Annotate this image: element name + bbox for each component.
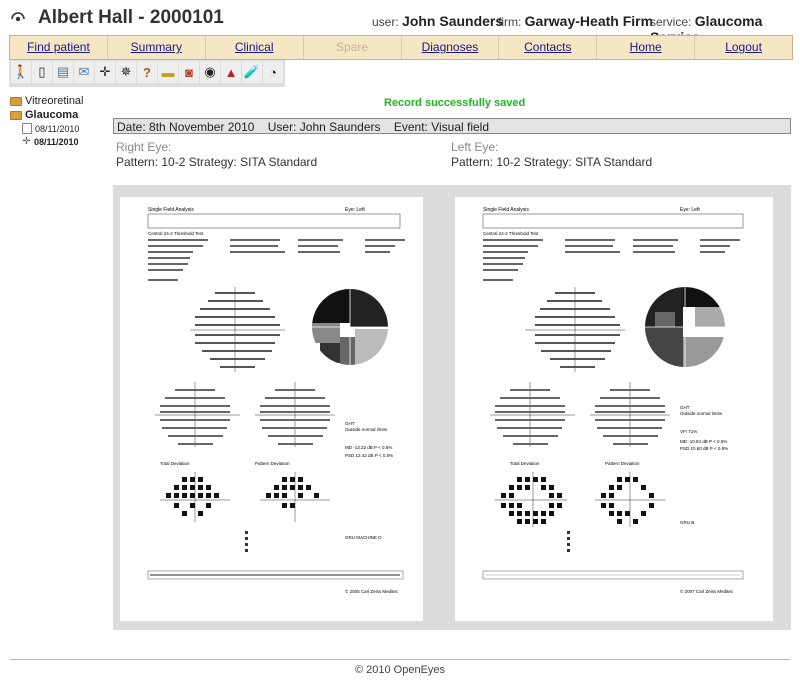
- report-test: Central 24-2 Threshold Test: [483, 231, 539, 236]
- bug-icon[interactable]: ✵: [116, 61, 136, 83]
- report-vfi: VFI 71%: [680, 429, 697, 434]
- report-pattern-deviation: Pattern Deviation: [255, 461, 290, 466]
- nav-clinical-label: Clinical: [234, 40, 274, 54]
- document-icon[interactable]: ▯: [32, 61, 52, 83]
- firm-label: firm:: [498, 15, 522, 29]
- nav-logout[interactable]: Logout: [695, 36, 792, 59]
- report-psd: PSD 10.60 dB P < 0.5%: [680, 446, 728, 451]
- nav-spare-label: Spare: [336, 40, 369, 54]
- question-icon[interactable]: ?: [137, 61, 157, 83]
- user-info: user: John Saunders: [372, 13, 503, 29]
- left-eye-pattern: Pattern: 10-2 Strategy: SITA Standard: [451, 155, 653, 169]
- event-item[interactable]: 08/11/2010: [22, 123, 105, 134]
- right-eye-printout-image: Single Field Analysis Eye: Left Central …: [147, 207, 405, 594]
- report-total-deviation: Total Deviation: [510, 461, 540, 466]
- firm-name: Garway-Heath Firm: [524, 13, 654, 29]
- report-md: MD -13.22 dB P < 0.5%: [345, 445, 392, 450]
- event-item-active[interactable]: ✛ 08/11/2010: [22, 136, 105, 147]
- report-pattern-deviation: Pattern Deviation: [605, 461, 640, 466]
- event-toolbar: 🚶 ▯ ▤ ✉ ✛ ✵ ? ▬ ◙ ◉ ▲ 🧪 ◔: [9, 60, 285, 87]
- report-eye: Eye: Left: [680, 207, 700, 213]
- report-ght: GHT: [345, 421, 355, 426]
- report-title: Single Field Analysis: [148, 207, 194, 213]
- episode-sidebar: Vitreoretinal Glaucoma 08/11/2010 ✛ 08/1…: [10, 95, 105, 147]
- nav-clinical[interactable]: Clinical: [206, 36, 304, 59]
- nav-summary[interactable]: Summary: [108, 36, 206, 59]
- event-info-bar: Date: 8th November 2010 User: John Saund…: [113, 118, 791, 134]
- report-md: MD -10.84 dB P < 0.5%: [680, 439, 727, 444]
- nav-diagnoses[interactable]: Diagnoses: [402, 36, 500, 59]
- report-ght-result: Outside normal limits: [345, 427, 388, 432]
- event-user: User: John Saunders: [267, 120, 381, 134]
- visual-field-panel: Single Field Analysis Eye: Left Central …: [113, 185, 791, 630]
- report-title: Single Field Analysis: [483, 207, 529, 213]
- folder-icon: [10, 110, 22, 120]
- openeyes-logo-icon: [11, 12, 25, 22]
- user-name: John Saunders: [402, 13, 504, 29]
- nav-summary-label: Summary: [130, 40, 182, 54]
- person-icon[interactable]: 🚶: [11, 61, 31, 83]
- nav-spare: Spare: [304, 36, 402, 59]
- patient-title: Albert Hall - 2000101: [38, 7, 224, 28]
- report-machine: GRU B: [680, 520, 694, 525]
- ruler-icon[interactable]: ▬: [158, 61, 178, 83]
- event-date: 08/11/2010: [35, 123, 80, 134]
- right-eye-printout[interactable]: Single Field Analysis Eye: Left Central …: [120, 197, 423, 621]
- nav-find-patient-label: Find patient: [27, 40, 90, 54]
- report-copyright: © 2005 Carl Zeiss Meditec: [345, 588, 399, 594]
- nav-logout-label: Logout: [725, 40, 762, 54]
- specialty-glaucoma[interactable]: Glaucoma: [10, 109, 105, 121]
- report-psd: PSD 12.42 dB P < 0.5%: [345, 453, 393, 458]
- specialty-label: Glaucoma: [25, 109, 79, 121]
- page-header: Albert Hall - 2000101 user: John Saunder…: [0, 0, 800, 45]
- report-ght: GHT: [680, 405, 690, 410]
- card-icon[interactable]: ▤: [53, 61, 73, 83]
- specialty-label: Vitreoretinal: [25, 95, 84, 107]
- specialty-vitreoretinal[interactable]: Vitreoretinal: [10, 95, 105, 107]
- report-machine: GRU MACHINE D: [345, 535, 382, 540]
- event-date: Date: 8th November 2010: [117, 120, 255, 134]
- left-eye-label: Left Eye:: [451, 140, 499, 154]
- folder-icon: [10, 96, 22, 106]
- report-ght-result: Outside normal limits: [680, 411, 723, 416]
- nav-find-patient[interactable]: Find patient: [10, 36, 108, 59]
- nav-diagnoses-label: Diagnoses: [421, 40, 479, 54]
- report-total-deviation: Total Deviation: [160, 461, 190, 466]
- report-eye: Eye: Left: [345, 207, 365, 213]
- event-type: Event: Visual field: [393, 120, 490, 134]
- nav-contacts-label: Contacts: [524, 40, 572, 54]
- left-eye-printout[interactable]: Single Field Analysis Eye: Left Central …: [455, 197, 773, 621]
- firm-info: firm: Garway-Heath Firm: [498, 13, 653, 29]
- left-eye-printout-image: Single Field Analysis Eye: Left Central …: [482, 207, 744, 594]
- nav-contacts[interactable]: Contacts: [499, 36, 598, 59]
- openeyes-icon[interactable]: ◔: [263, 61, 283, 83]
- camera-icon[interactable]: ◙: [179, 61, 199, 83]
- success-message: Record successfully saved: [384, 97, 526, 109]
- report-copyright: © 2007 Carl Zeiss Meditec: [680, 588, 734, 594]
- crosshair-icon[interactable]: ✛: [95, 61, 115, 83]
- test-tube-icon[interactable]: 🧪: [242, 61, 262, 83]
- warning-icon[interactable]: ▲: [221, 61, 241, 83]
- nav-home[interactable]: Home: [597, 36, 696, 59]
- footer-divider: [10, 659, 790, 660]
- report-test: Central 24-2 Threshold Test: [148, 231, 204, 236]
- service-label: service:: [650, 15, 692, 29]
- event-date: 08/11/2010: [34, 136, 79, 147]
- eye-scan-icon[interactable]: ◉: [200, 61, 220, 83]
- footer-copyright: © 2010 OpenEyes: [354, 664, 446, 676]
- crosshair-icon: ✛: [22, 136, 31, 147]
- right-eye-label: Right Eye:: [116, 140, 172, 154]
- nav-home-label: Home: [629, 40, 662, 54]
- user-label: user:: [372, 15, 399, 29]
- envelope-icon[interactable]: ✉: [74, 61, 94, 83]
- document-icon: [22, 123, 32, 134]
- right-eye-pattern: Pattern: 10-2 Strategy: SITA Standard: [116, 155, 318, 169]
- main-nav: Find patient Summary Clinical Spare Diag…: [9, 35, 793, 60]
